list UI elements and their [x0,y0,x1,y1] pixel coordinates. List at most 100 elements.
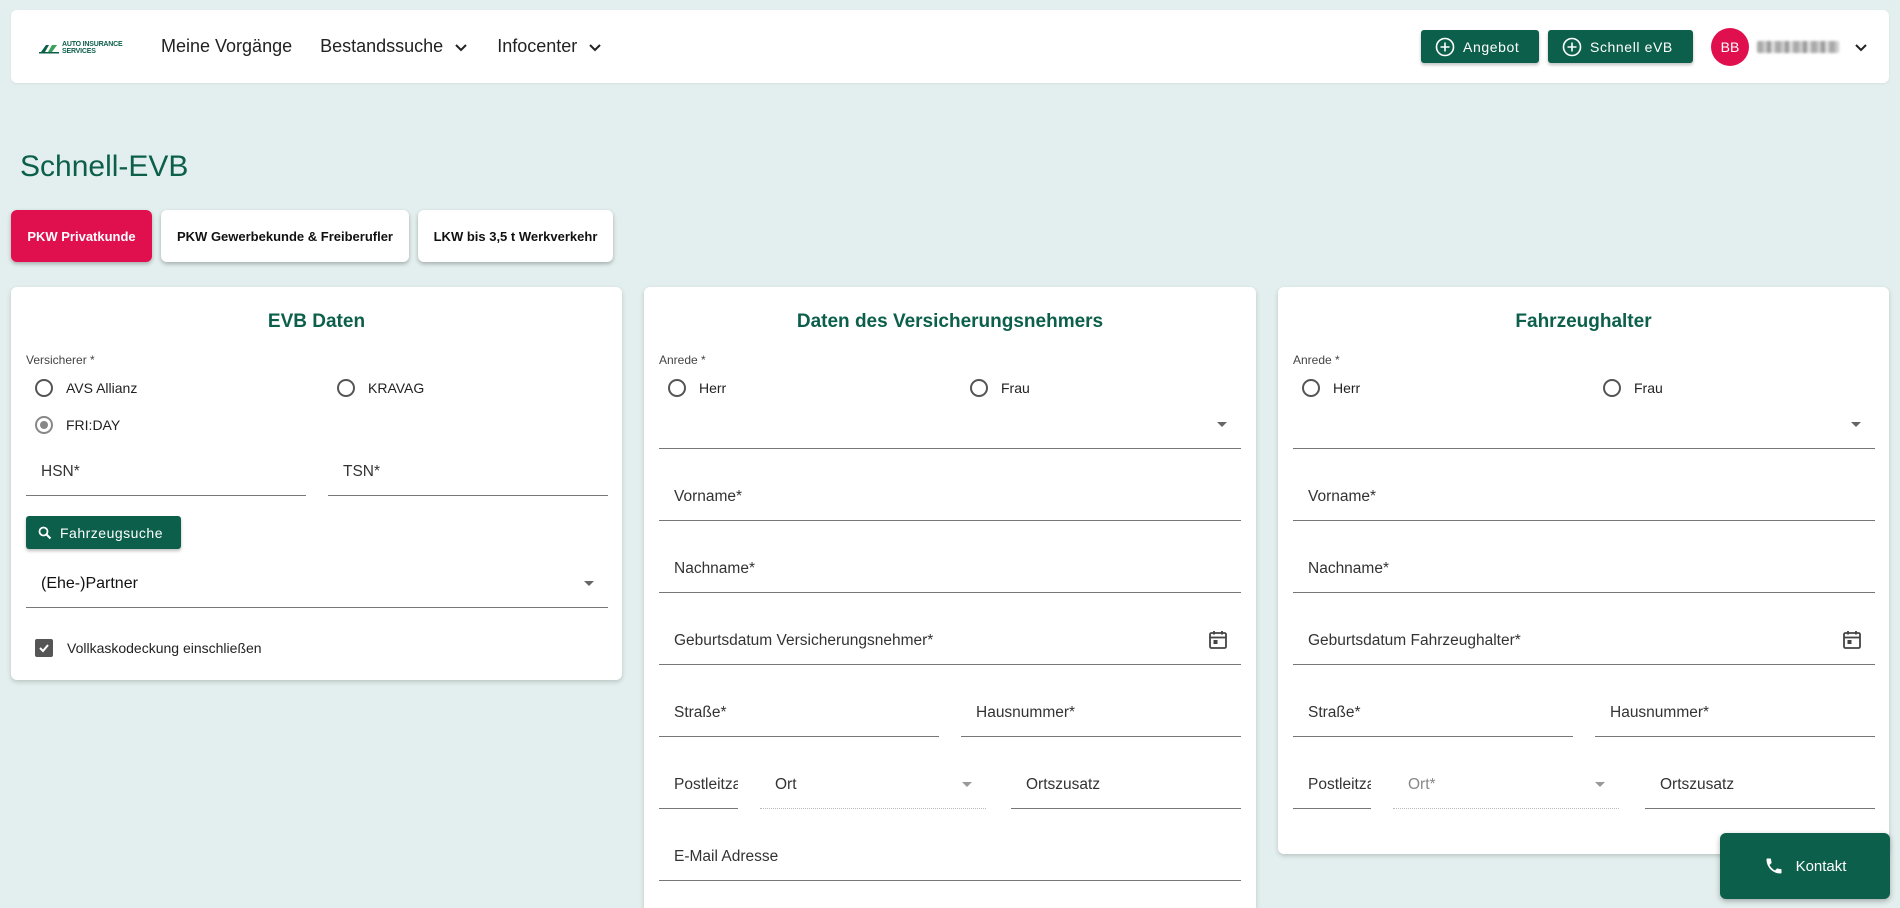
nav-bestandssuche[interactable]: Bestandssuche [320,36,469,57]
hausnummer-placeholder: Hausnummer* [1610,704,1710,721]
tsn-input[interactable]: TSN* [328,448,608,496]
ortszusatz-input[interactable]: Ortszusatz [1011,761,1241,809]
dropdown-caret-icon [1595,782,1605,787]
radio-frau[interactable]: Frau [970,379,1030,397]
nav-infocenter[interactable]: Infocenter [497,36,603,57]
radio-circle [35,379,53,397]
tab-pkw-privatkunde[interactable]: PKW Privatkunde [11,210,152,262]
radio-circle [1302,379,1320,397]
vollkasko-checkbox[interactable]: Vollkaskodeckung einschließen [35,639,262,657]
hsn-placeholder: HSN* [41,463,80,480]
hausnummer-input[interactable]: Hausnummer* [1595,689,1875,737]
ortszusatz-input[interactable]: Ortszusatz [1645,761,1875,809]
radio-kravag[interactable]: KRAVAG [337,379,424,397]
tab-lkw-werkverkehr[interactable]: LKW bis 3,5 t Werkverkehr [418,210,613,262]
ort-placeholder: Ort [775,776,797,793]
dropdown-caret-icon [1217,422,1227,427]
geburtsdatum-placeholder: Geburtsdatum Fahrzeughalter* [1308,632,1521,649]
top-header: AUTO INSURANCE SERVICES Meine Vorgänge B… [11,10,1889,83]
company-logo[interactable]: AUTO INSURANCE SERVICES [39,41,123,55]
angebot-button[interactable]: Angebot [1421,30,1539,63]
radio-label: AVS Allianz [66,380,138,396]
strasse-placeholder: Straße* [1308,704,1361,721]
anrede-label: Anrede * [1293,353,1340,367]
nachname-input[interactable]: Nachname* [659,545,1241,593]
vorname-input[interactable]: Vorname* [659,473,1241,521]
hsn-input[interactable]: HSN* [26,448,306,496]
hausnummer-input[interactable]: Hausnummer* [961,689,1241,737]
ortszusatz-placeholder: Ortszusatz [1026,776,1101,793]
hausnummer-placeholder: Hausnummer* [976,704,1076,721]
fahrzeughalter-card: Fahrzeughalter Anrede * Herr Frau Vornam… [1278,287,1889,854]
radio-avs-allianz[interactable]: AVS Allianz [35,379,137,397]
vorname-input[interactable]: Vorname* [1293,473,1875,521]
logo-text-line2: SERVICES [62,48,96,55]
plz-placeholder: Postleitzahl* [1308,776,1371,793]
strasse-input[interactable]: Straße* [659,689,939,737]
versicherungsnehmer-card: Daten des Versicherungsnehmers Anrede * … [644,287,1256,908]
calendar-icon[interactable] [1207,629,1229,651]
radio-label: Frau [1634,380,1663,396]
user-menu[interactable]: BB [1711,28,1869,66]
vollkasko-label: Vollkaskodeckung einschließen [67,640,262,656]
ortszusatz-placeholder: Ortszusatz [1660,776,1735,793]
geburtsdatum-input[interactable]: Geburtsdatum Versicherungsnehmer* [659,617,1241,665]
main-nav: Meine Vorgänge Bestandssuche Infocenter [161,10,631,83]
email-input[interactable]: E-Mail Adresse [659,833,1241,881]
dropdown-caret-icon [584,581,594,586]
evb-daten-card: EVB Daten Versicherer * AVS Allianz KRAV… [11,287,622,680]
geburtsdatum-placeholder: Geburtsdatum Versicherungsnehmer* [674,632,934,649]
radio-herr[interactable]: Herr [1302,379,1360,397]
logo-text-line1: AUTO INSURANCE [62,41,123,48]
plz-input[interactable]: Postleitzahl* [1293,761,1371,809]
checkbox-checked-icon [35,639,53,657]
radio-label: Frau [1001,380,1030,396]
tsn-placeholder: TSN* [343,463,381,480]
radio-herr[interactable]: Herr [668,379,726,397]
radio-circle [337,379,355,397]
nachname-input[interactable]: Nachname* [1293,545,1875,593]
tab-pkw-gewerbekunde[interactable]: PKW Gewerbekunde & Freiberufler [161,210,409,262]
radio-circle [1603,379,1621,397]
ort-select[interactable]: Ort [760,761,986,809]
dropdown-caret-icon [1851,422,1861,427]
ort-select[interactable]: Ort* [1393,761,1619,809]
phone-icon [1766,858,1782,874]
relation-select[interactable]: (Ehe-)Partner [26,560,608,608]
nachname-placeholder: Nachname* [674,560,755,577]
radio-friday[interactable]: FRI:DAY [35,416,120,434]
add-circle-icon [1435,37,1455,56]
plz-input[interactable]: Postleitzahl* [659,761,738,809]
tab-label: PKW Gewerbekunde & Freiberufler [177,228,393,244]
radio-frau[interactable]: Frau [1603,379,1663,397]
calendar-icon[interactable] [1841,629,1863,651]
dropdown-caret-icon [962,782,972,787]
titel-select[interactable] [1293,401,1875,449]
avatar: BB [1711,28,1749,66]
fahrzeugsuche-label: Fahrzeugsuche [60,524,164,541]
geburtsdatum-input[interactable]: Geburtsdatum Fahrzeughalter* [1293,617,1875,665]
radio-label: KRAVAG [368,380,425,396]
kontakt-button[interactable]: Kontakt [1720,833,1890,899]
vorname-placeholder: Vorname* [674,488,743,505]
titel-select[interactable] [659,401,1241,449]
anrede-label: Anrede * [659,353,706,367]
schnell-evb-button-label: Schnell eVB [1590,38,1673,55]
nachname-placeholder: Nachname* [1308,560,1389,577]
chevron-down-icon [589,43,601,51]
logo-mark-icon [39,44,59,53]
strasse-input[interactable]: Straße* [1293,689,1573,737]
search-icon [38,526,52,539]
schnell-evb-button[interactable]: Schnell eVB [1548,30,1693,63]
username-blurred [1757,41,1839,53]
add-circle-icon [1562,37,1582,56]
plz-placeholder: Postleitzahl* [674,776,738,793]
angebot-button-label: Angebot [1463,38,1520,55]
radio-label: Herr [699,380,727,396]
radio-circle-checked [35,416,53,434]
fahrzeugsuche-button[interactable]: Fahrzeugsuche [26,516,181,549]
radio-label: Herr [1333,380,1361,396]
nav-meine-vorgaenge[interactable]: Meine Vorgänge [161,36,292,57]
nav-bestandssuche-label: Bestandssuche [320,36,444,56]
relation-value: (Ehe-)Partner [41,575,138,592]
